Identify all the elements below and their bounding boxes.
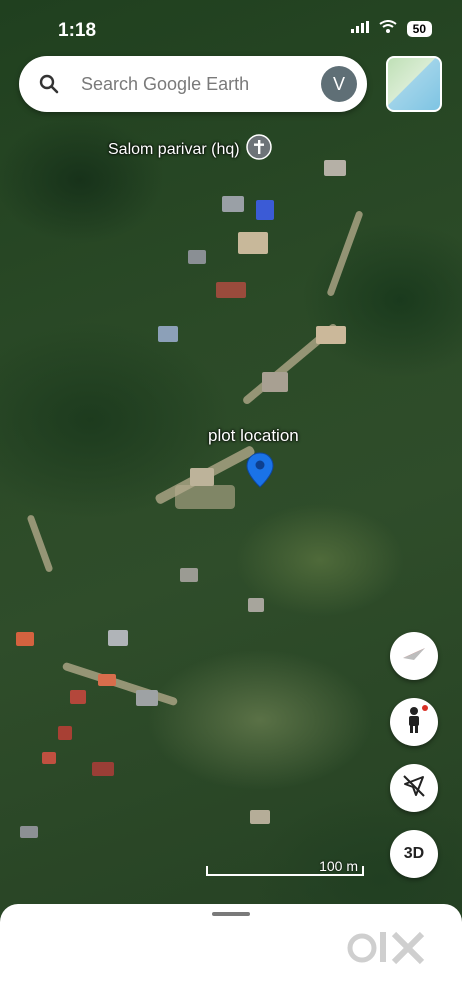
wifi-icon [379, 20, 397, 38]
status-icons: 50 [350, 20, 432, 38]
search-icon[interactable] [39, 74, 59, 99]
street-view-button[interactable] [390, 698, 438, 746]
account-avatar[interactable]: V [321, 66, 357, 102]
search-bar[interactable]: Search Google Earth V [19, 56, 367, 112]
place-label-text: Salom parivar (hq) [108, 140, 240, 158]
pegman-icon [400, 704, 428, 740]
pin-label: plot location [208, 426, 299, 445]
layers-minimap-button[interactable] [386, 56, 442, 112]
my-location-button[interactable] [390, 764, 438, 812]
battery-indicator: 50 [406, 21, 432, 37]
compass-icon [400, 640, 428, 673]
signal-icon [350, 20, 369, 38]
status-time: 1:18 [58, 20, 97, 41]
scale-line [206, 874, 364, 876]
scale-bar: 100 m [206, 858, 364, 878]
place-label[interactable]: Salom parivar (hq) [108, 134, 272, 165]
search-input[interactable]: Search Google Earth [81, 74, 249, 95]
olx-watermark [346, 928, 430, 970]
3d-toggle-button[interactable]: 3D [390, 830, 438, 878]
scale-tick-right [362, 866, 364, 876]
church-icon [245, 134, 272, 165]
scale-label: 100 m [319, 858, 358, 874]
status-bar: 1:18 50 [0, 0, 462, 60]
location-off-icon [401, 773, 427, 804]
location-pin-icon[interactable] [246, 452, 274, 493]
compass-button[interactable] [390, 632, 438, 680]
drag-handle[interactable] [212, 912, 250, 916]
